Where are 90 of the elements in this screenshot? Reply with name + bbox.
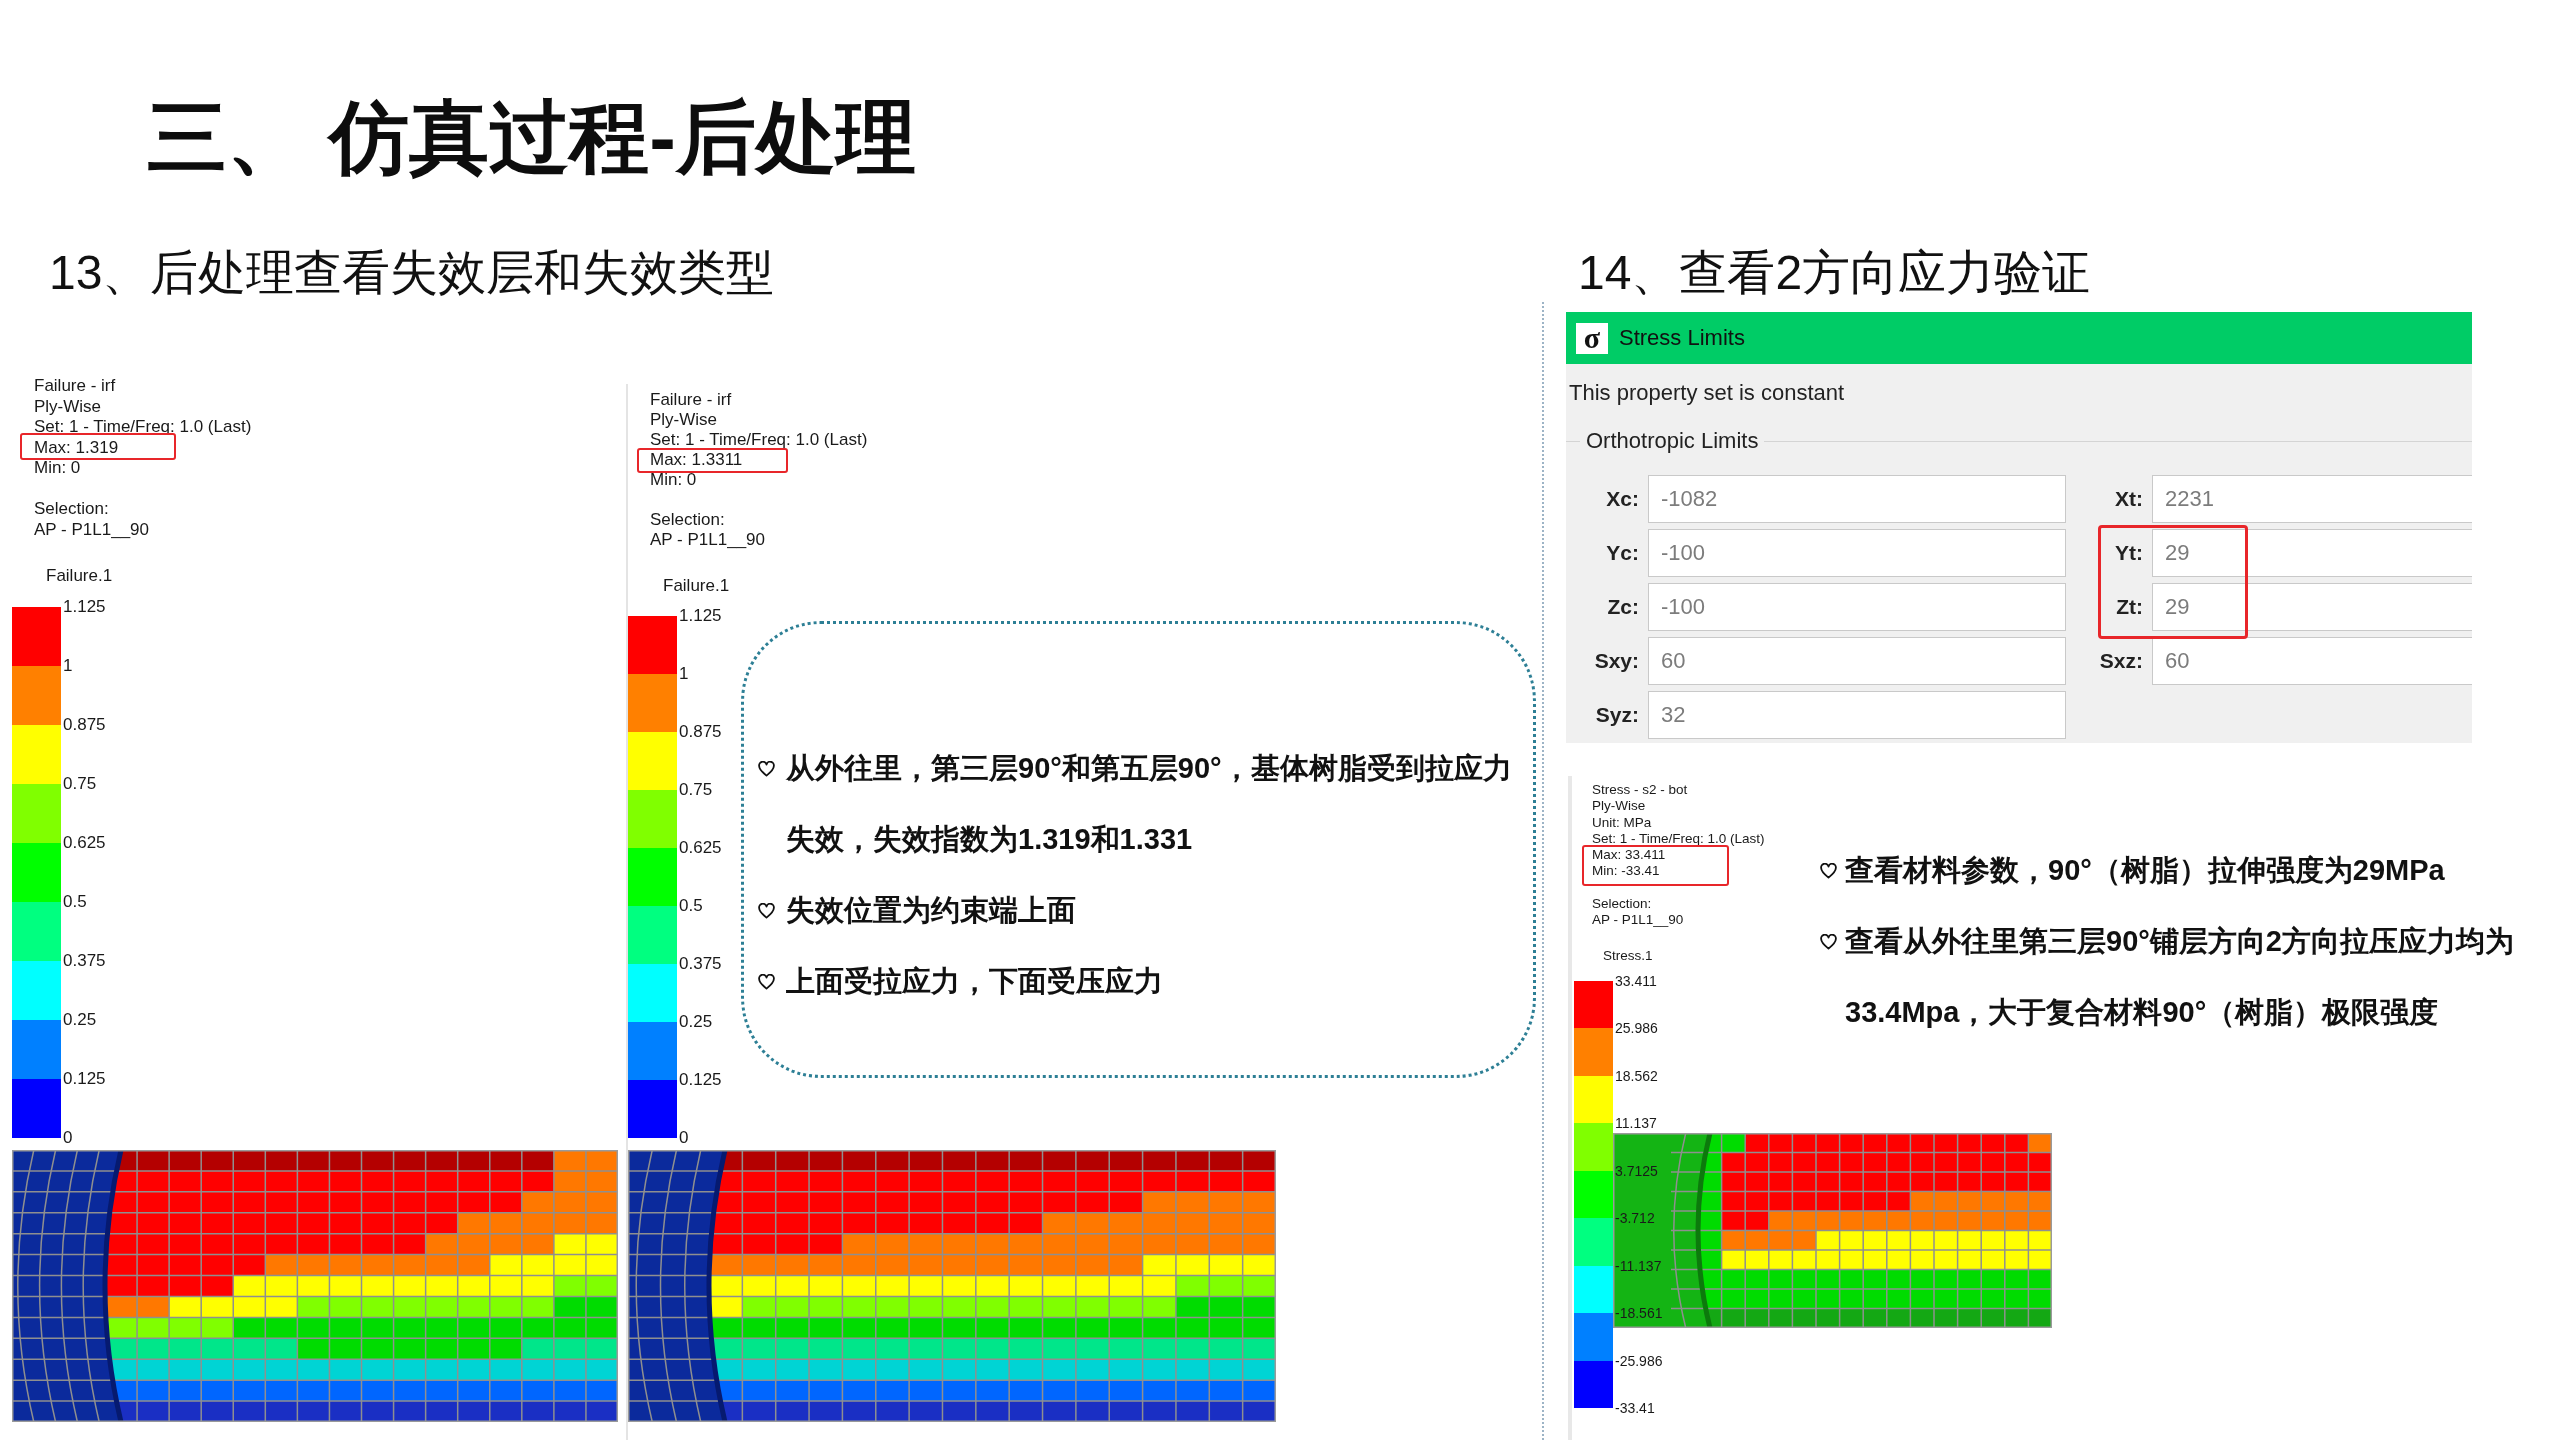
- legend-tick-label: 0.375: [63, 951, 106, 971]
- bullet-text: 失效位置为约束端上面: [786, 893, 1076, 928]
- info-text: Set: 1 - Time/Freq: 1.0 (Last): [650, 430, 868, 450]
- legend-title: Failure.1: [46, 566, 113, 586]
- legend-tick-label: -18.561: [1615, 1305, 1663, 1322]
- legend-tick-label: 0.625: [63, 833, 106, 853]
- info-text: Selection:: [34, 499, 109, 520]
- info-text: Failure - irf: [650, 390, 732, 410]
- legend-tick-label: 0.25: [63, 1010, 97, 1030]
- field-label: Yc:: [1606, 540, 1639, 566]
- info-text: Min: -33.41: [1592, 863, 1660, 880]
- heart-icon: [758, 903, 775, 919]
- bullet-text: 上面受拉应力，下面受压应力: [786, 964, 1163, 999]
- info-text: Ply-Wise: [34, 396, 102, 417]
- bullet-text: 查看从外往里第三层90°铺层方向2方向拉压应力均为33.4Mpa，大于复合材料90°（树脂）极限强度: [1845, 924, 2515, 1030]
- info-text: Unit: MPa: [1592, 814, 1652, 831]
- input-field[interactable]: -100: [1648, 583, 2066, 631]
- property-note: This property set is constant: [1569, 380, 1845, 406]
- info-text: AP - P1L1__90: [650, 530, 765, 550]
- heart-icon: [1820, 863, 1837, 879]
- legend-tick-label: -33.41: [1615, 1400, 1655, 1417]
- info-text: AP - P1L1__90: [34, 519, 149, 540]
- field-label: Sxz:: [2099, 648, 2143, 674]
- slide-title: 三、 仿真过程-后处理: [147, 98, 916, 178]
- section-heading: 13、后处理查看失效层和失效类型: [49, 245, 775, 301]
- input-field[interactable]: 29: [2152, 529, 2472, 577]
- info-text: Min: 0: [650, 470, 697, 490]
- info-text: Selection:: [650, 510, 725, 530]
- legend-tick-label: 1.125: [63, 597, 106, 617]
- legend-tick-label: 25.986: [1615, 1020, 1658, 1037]
- field-label: Xt:: [2115, 486, 2143, 512]
- legend-tick-label: 0.625: [679, 838, 722, 858]
- legend-tick-label: 0.875: [63, 715, 106, 735]
- legend-title: Stress.1: [1603, 947, 1653, 964]
- legend-tick-label: 0.75: [679, 780, 713, 800]
- input-field[interactable]: 60: [2152, 637, 2472, 685]
- bullet-text: 查看材料参数，90°（树脂）拉伸强度为29MPa: [1845, 853, 2445, 888]
- field-label: Yt:: [2115, 540, 2143, 566]
- legend-tick-label: 3.7125: [1615, 1162, 1658, 1179]
- input-field[interactable]: 29: [2152, 583, 2472, 631]
- info-text: AP - P1L1__90: [1592, 912, 1684, 929]
- info-text: Stress - s2 - bot: [1592, 782, 1688, 799]
- legend-tick-label: 0.125: [63, 1069, 106, 1089]
- field-label: Xc:: [1606, 486, 1639, 512]
- input-field[interactable]: -1082: [1648, 475, 2066, 523]
- info-text: Set: 1 - Time/Freq: 1.0 (Last): [1592, 830, 1765, 848]
- legend-tick-label: -25.986: [1615, 1352, 1663, 1369]
- field-label: Sxy:: [1594, 648, 1639, 674]
- heart-icon: [758, 761, 775, 777]
- info-text: Set: 1 - Time/Freq: 1.0 (Last): [34, 417, 252, 438]
- input-field[interactable]: -100: [1648, 529, 2066, 577]
- info-text: Failure - irf: [34, 376, 116, 397]
- group-label: Orthotropic Limits: [1586, 428, 1759, 454]
- legend-tick-label: 1.125: [679, 606, 722, 626]
- input-field[interactable]: 32: [1648, 691, 2066, 739]
- dialog-title: Stress Limits: [1619, 325, 1745, 351]
- legend-tick-label: 0.5: [63, 892, 87, 912]
- heart-icon: [1820, 934, 1837, 950]
- legend-tick-label: 1: [679, 664, 689, 684]
- info-text: Ply-Wise: [1592, 798, 1646, 815]
- input-field[interactable]: 2231: [2152, 475, 2472, 523]
- legend-tick-label: 0.75: [63, 774, 97, 794]
- info-text: Max: 1.3311: [650, 450, 743, 470]
- legend-tick-label: 18.562: [1615, 1067, 1658, 1084]
- field-label: Syz:: [1595, 702, 1639, 728]
- heart-icon: [758, 974, 775, 990]
- bullet-text: 从外往里，第三层90°和第五层90°，基体树脂受到拉应力失效，失效指数为1.319和1.331: [786, 751, 1513, 857]
- legend-tick-label: 0.25: [679, 1012, 713, 1032]
- legend-tick-label: 1: [63, 656, 73, 676]
- legend-tick-label: 0.5: [679, 896, 703, 916]
- info-text: Max: 1.319: [34, 437, 119, 458]
- info-text: Max: 33.411: [1592, 847, 1666, 864]
- legend-tick-label: 0: [679, 1128, 689, 1148]
- legend-tick-label: 0.375: [679, 954, 722, 974]
- legend-tick-label: -3.712: [1615, 1210, 1655, 1227]
- info-text: Ply-Wise: [650, 410, 718, 430]
- legend-tick-label: 0: [63, 1128, 73, 1148]
- section-heading: 14、查看2方向应力验证: [1578, 245, 2091, 301]
- legend-tick-label: 0.875: [679, 722, 722, 742]
- info-text: Selection:: [1592, 896, 1652, 913]
- sigma-icon: σ: [1576, 322, 1608, 354]
- input-field[interactable]: 60: [1648, 637, 2066, 685]
- info-text: Min: 0: [34, 458, 81, 479]
- legend-tick-label: -11.137: [1615, 1257, 1662, 1274]
- field-label: Zt:: [2116, 594, 2143, 620]
- legend-tick-label: 0.125: [679, 1070, 722, 1090]
- legend-title: Failure.1: [663, 576, 730, 596]
- legend-tick-label: 11.137: [1615, 1115, 1657, 1132]
- field-label: Zc:: [1607, 594, 1639, 620]
- legend-tick-label: 33.411: [1615, 972, 1657, 989]
